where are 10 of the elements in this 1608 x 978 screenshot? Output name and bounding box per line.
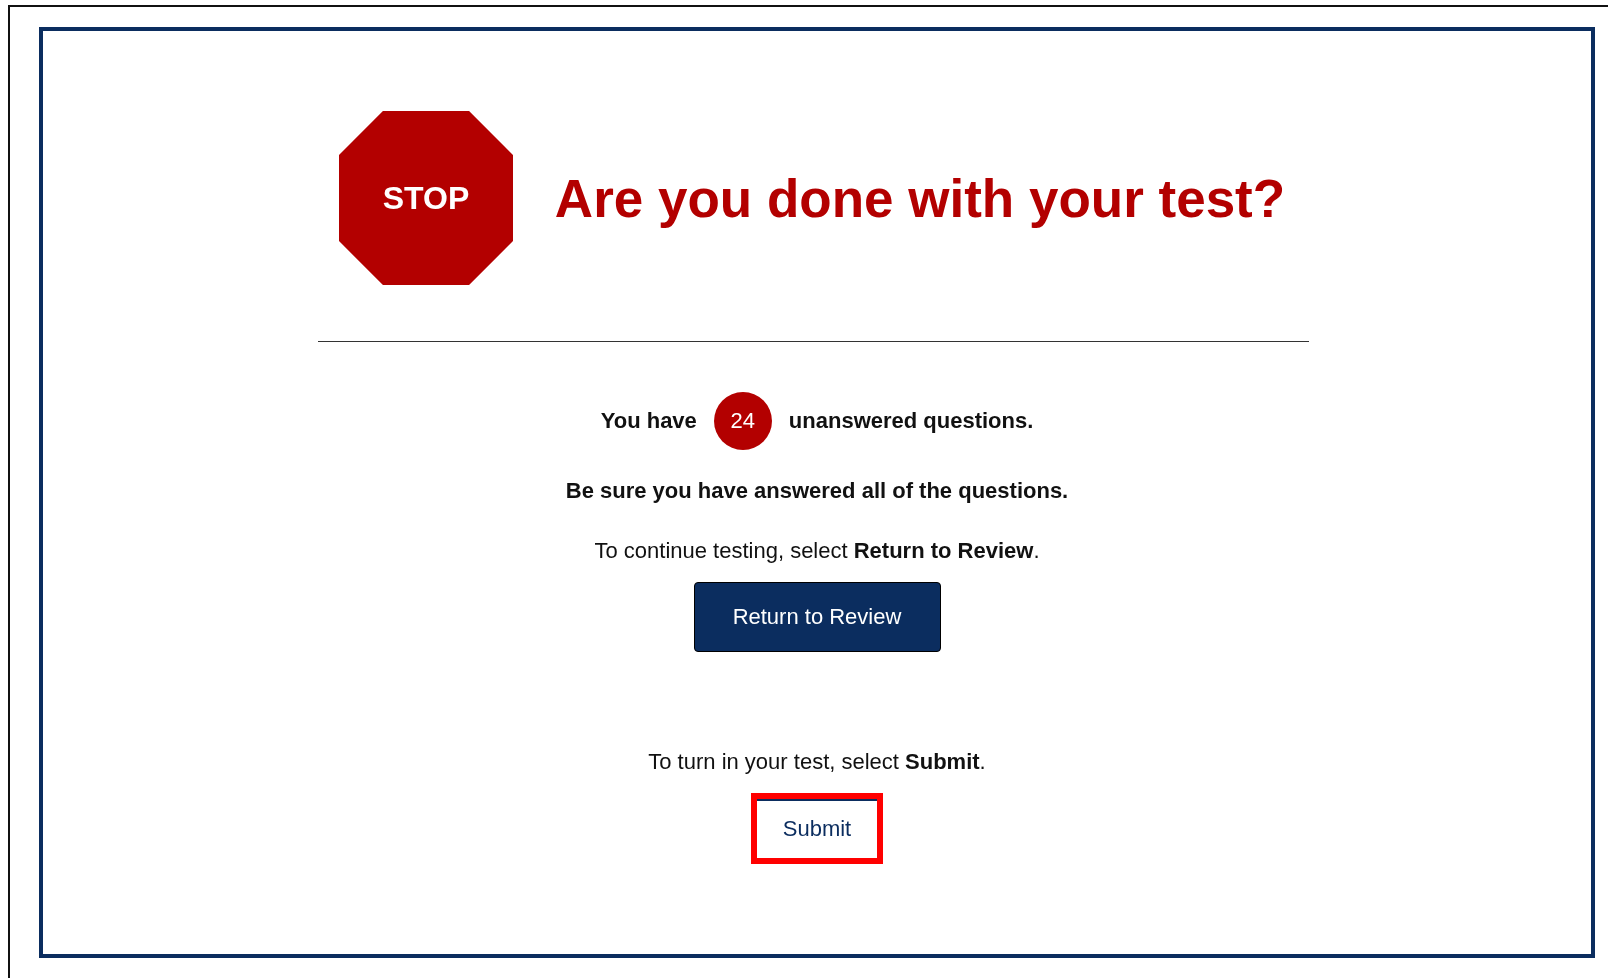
reminder-text: Be sure you have answered all of the questions.: [565, 478, 1069, 504]
instruction-text: To continue testing, select Return to Review.: [594, 538, 1040, 564]
unanswered-label: You have: [600, 408, 697, 434]
instruction-text: To turn in your test, select Submit.: [648, 749, 986, 775]
unanswered-count-badge: 24: [713, 392, 772, 450]
stop-sign-icon: STOP: [338, 111, 513, 285]
unanswered-label: unanswered questions.: [788, 408, 1034, 434]
submit-button[interactable]: Submit: [751, 793, 883, 864]
return-to-review-button[interactable]: Return to Review: [693, 582, 941, 652]
page-title: Are you done with your test?: [554, 167, 1286, 229]
